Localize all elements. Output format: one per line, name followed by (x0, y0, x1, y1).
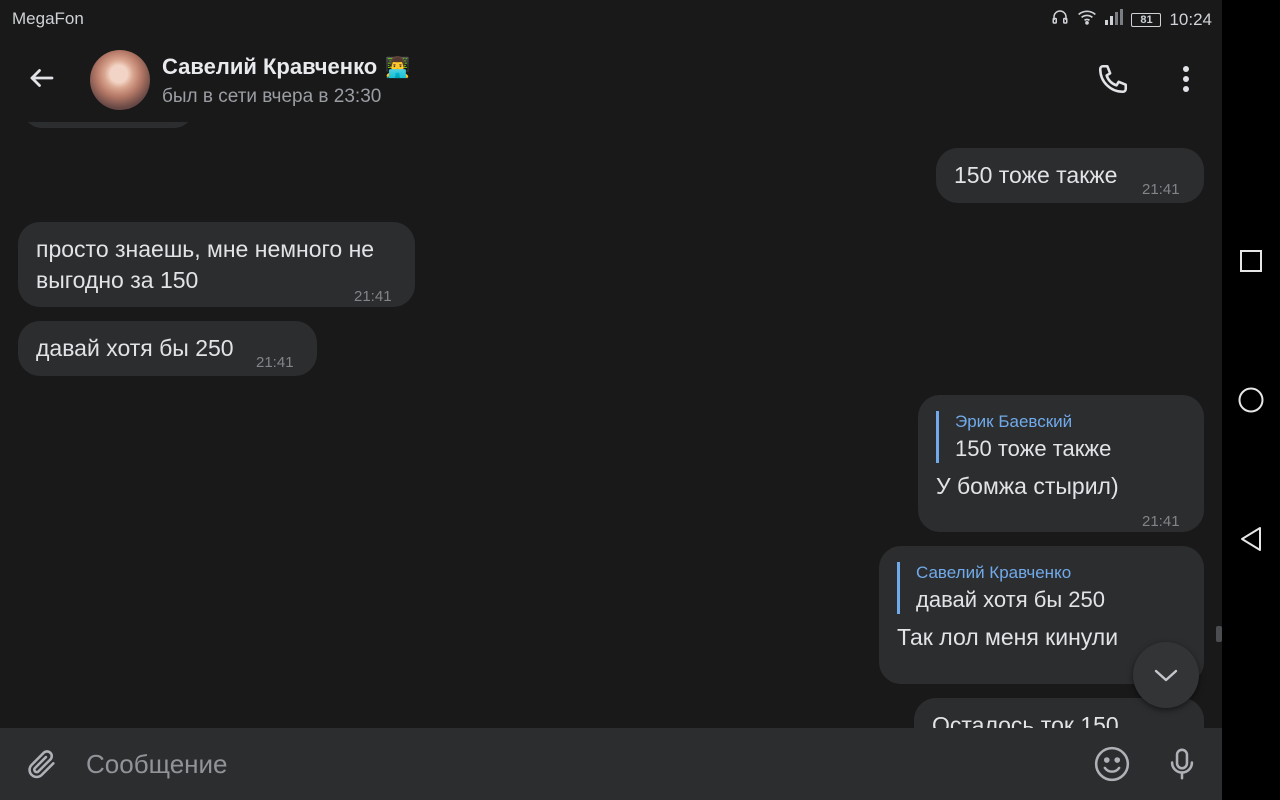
more-button[interactable] (1170, 58, 1202, 100)
system-navigation-bar (1222, 0, 1280, 800)
clock: 10:24 (1169, 9, 1212, 29)
contact-emoji: 👨‍💻 (385, 56, 411, 79)
signal-icon (1105, 9, 1124, 30)
status-icons: 81 10:24 (1051, 8, 1212, 31)
avatar[interactable] (90, 50, 150, 110)
microphone-icon (1170, 748, 1194, 780)
back-button[interactable] (22, 58, 62, 98)
reply-quote[interactable]: Савелий Кравченко давай хотя бы 250 (897, 562, 1177, 614)
message-time: 21:41 (256, 354, 294, 371)
message-time: 21:41 (1142, 181, 1180, 198)
voice-message-button[interactable] (1160, 742, 1204, 786)
reply-author: Эрик Баевский (955, 412, 1073, 431)
reply-text: 150 тоже также (955, 436, 1112, 461)
message-text: Так лол меня кинули (897, 624, 1119, 650)
more-vertical-icon (1183, 66, 1189, 92)
phone-icon (1098, 64, 1128, 94)
recent-apps-button[interactable] (1231, 241, 1271, 281)
message-text-line: просто знаешь, мне немного не (36, 236, 375, 262)
message-input[interactable] (86, 742, 1066, 786)
status-bar: MegaFon 81 10:24 (0, 0, 1222, 36)
message-text: У бомжа стырил) (936, 473, 1119, 499)
message-bubble-outgoing-reply[interactable]: Эрик Баевский 150 тоже также У бомжа сты… (918, 395, 1204, 532)
arrow-left-icon (30, 69, 54, 87)
message-text-line: выгодно за 150 (36, 267, 199, 293)
contact-name: Савелий Кравченко (162, 54, 378, 79)
message-composer (0, 728, 1222, 800)
carrier-label: MegaFon (12, 9, 84, 28)
reply-author: Савелий Кравченко (916, 563, 1072, 582)
headphones-icon (1051, 8, 1069, 31)
square-icon (1240, 250, 1262, 272)
triangle-back-icon (1241, 527, 1261, 551)
system-back-button[interactable] (1231, 519, 1271, 559)
reply-quote[interactable]: Эрик Баевский 150 тоже также (936, 411, 1186, 463)
message-text: 150 тоже также (954, 162, 1118, 188)
message-bubble-incoming[interactable]: просто знаешь, мне немного не выгодно за… (18, 222, 415, 307)
message-bubble-outgoing[interactable]: 150 тоже также 21:41 (936, 148, 1204, 203)
circle-icon (1238, 387, 1264, 413)
message-text: Осталось ток 150 (932, 712, 1119, 728)
message-text: давай хотя бы 250 (36, 335, 234, 361)
attach-button[interactable] (20, 742, 64, 786)
battery-icon: 81 (1131, 12, 1162, 27)
paperclip-icon (28, 750, 55, 779)
chat-screen: MegaFon 81 10:24 Савелий Кравченко 👨‍💻 б… (0, 0, 1222, 800)
message-time: 21:41 (354, 288, 392, 305)
wifi-icon (1077, 8, 1097, 31)
chevron-down-icon (1154, 669, 1178, 682)
emoji-button[interactable] (1090, 742, 1134, 786)
home-button[interactable] (1231, 380, 1271, 420)
reply-text: давай хотя бы 250 (916, 587, 1105, 612)
message-time: 21:41 (1142, 513, 1180, 530)
message-list[interactable]: 150 тоже также 21:41 просто знаешь, мне … (0, 122, 1222, 728)
scroll-down-button[interactable] (1133, 642, 1199, 708)
last-seen-status: был в сети вчера в 23:30 (162, 86, 382, 107)
call-button[interactable] (1092, 58, 1134, 100)
chat-header: Савелий Кравченко 👨‍💻 был в сети вчера в… (0, 36, 1222, 122)
message-bubble-incoming[interactable]: давай хотя бы 250 21:41 (18, 321, 317, 376)
smile-icon (1094, 746, 1130, 782)
message-bubble-partial (22, 122, 194, 128)
chat-title[interactable]: Савелий Кравченко 👨‍💻 (162, 54, 410, 80)
